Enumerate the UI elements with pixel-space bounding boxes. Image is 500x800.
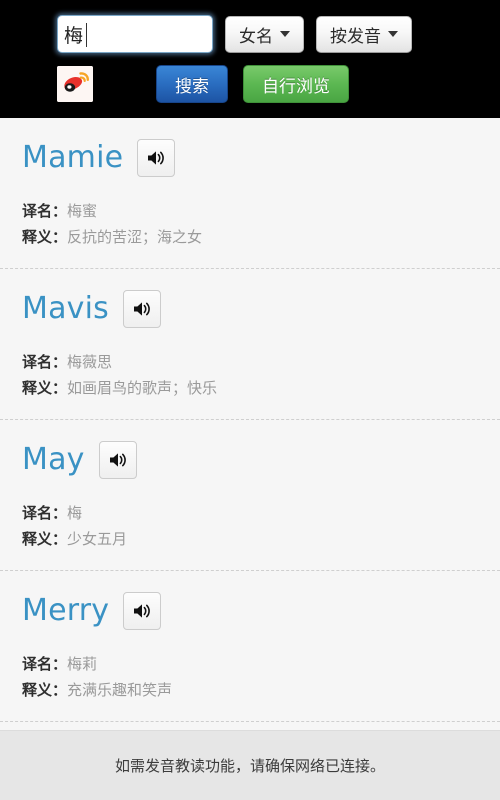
entry-meta: 译名：梅莉 释义：充满乐趣和笑声 [22, 651, 478, 703]
search-field-wrapper[interactable] [57, 15, 213, 53]
results-list: Mamie 译名：梅蜜 释义：反抗的苦涩；海之女 Mavis 译名：梅薇思 释义… [0, 118, 500, 730]
meaning-label: 释义： [22, 228, 68, 246]
translated-name-label: 译名： [22, 353, 68, 371]
app-header: 女名 按发音 搜索 [0, 0, 500, 118]
entry-name[interactable]: Mavis [22, 292, 109, 326]
entry-header: Mavis [22, 287, 478, 331]
footer-notice-text: 如需发音教读功能，请确保网络已连接。 [114, 757, 385, 775]
entry-meta: 译名：梅蜜 释义：反抗的苦涩；海之女 [22, 198, 478, 250]
translated-name-label: 译名： [22, 504, 68, 522]
chevron-down-icon [280, 31, 290, 37]
dropdown-sort-mode-label: 按发音 [330, 26, 381, 47]
meaning-value: 如画眉鸟的歌声；快乐 [67, 379, 218, 397]
meaning-label: 释义： [22, 530, 68, 548]
meaning-line: 释义：充满乐趣和笑声 [22, 677, 478, 703]
list-item[interactable]: May 译名：梅 释义：少女五月 [0, 420, 500, 571]
entry-name[interactable]: Merry [22, 594, 109, 628]
speaker-icon[interactable] [137, 139, 176, 177]
speaker-icon[interactable] [123, 592, 162, 630]
meaning-label: 释义： [22, 379, 68, 397]
translated-name-value: 梅 [67, 504, 83, 522]
translated-name-value: 梅薇思 [67, 353, 113, 371]
meaning-value: 少女五月 [67, 530, 128, 548]
entry-header: Mamie [22, 136, 478, 180]
list-item[interactable]: Mamie 译名：梅蜜 释义：反抗的苦涩；海之女 [0, 118, 500, 269]
meaning-line: 释义：反抗的苦涩；海之女 [22, 224, 478, 250]
translated-name-line: 译名：梅薇思 [22, 349, 478, 375]
dropdown-name-gender[interactable]: 女名 [225, 15, 304, 53]
browse-button[interactable]: 自行浏览 [243, 65, 349, 103]
meaning-value: 反抗的苦涩；海之女 [67, 228, 203, 246]
translated-name-line: 译名：梅蜜 [22, 198, 478, 224]
translated-name-value: 梅蜜 [67, 202, 98, 220]
search-button[interactable]: 搜索 [156, 65, 228, 103]
entry-header: May [22, 438, 478, 482]
weibo-logo-icon[interactable] [57, 66, 93, 102]
meaning-value: 充满乐趣和笑声 [67, 681, 173, 699]
entry-meta: 译名：梅薇思 释义：如画眉鸟的歌声；快乐 [22, 349, 478, 401]
translated-name-value: 梅莉 [67, 655, 98, 673]
entry-name[interactable]: May [22, 443, 85, 477]
search-button-label: 搜索 [175, 76, 209, 97]
entry-header: Merry [22, 589, 478, 633]
list-item[interactable]: Merry 译名：梅莉 释义：充满乐趣和笑声 [0, 571, 500, 722]
list-item[interactable]: Mavis 译名：梅薇思 释义：如画眉鸟的歌声；快乐 [0, 269, 500, 420]
header-row-search: 女名 按发音 [0, 10, 500, 58]
meaning-line: 释义：如画眉鸟的歌声；快乐 [22, 375, 478, 401]
dropdown-sort-mode[interactable]: 按发音 [316, 15, 412, 53]
entry-name[interactable]: Mamie [22, 141, 123, 175]
meaning-line: 释义：少女五月 [22, 526, 478, 552]
translated-name-line: 译名：梅 [22, 500, 478, 526]
browse-button-label: 自行浏览 [262, 76, 330, 97]
translated-name-label: 译名： [22, 202, 68, 220]
translated-name-line: 译名：梅莉 [22, 651, 478, 677]
text-cursor [86, 23, 87, 47]
header-row-actions: 搜索 自行浏览 [0, 60, 500, 108]
entry-meta: 译名：梅 释义：少女五月 [22, 500, 478, 552]
speaker-icon[interactable] [98, 441, 137, 479]
app-root: 女名 按发音 搜索 [0, 0, 500, 800]
speaker-icon[interactable] [123, 290, 161, 328]
translated-name-label: 译名： [22, 655, 68, 673]
meaning-label: 释义： [22, 681, 68, 699]
footer-notice: 如需发音教读功能，请确保网络已连接。 [0, 730, 500, 800]
chevron-down-icon [388, 31, 398, 37]
dropdown-name-gender-label: 女名 [239, 26, 273, 47]
